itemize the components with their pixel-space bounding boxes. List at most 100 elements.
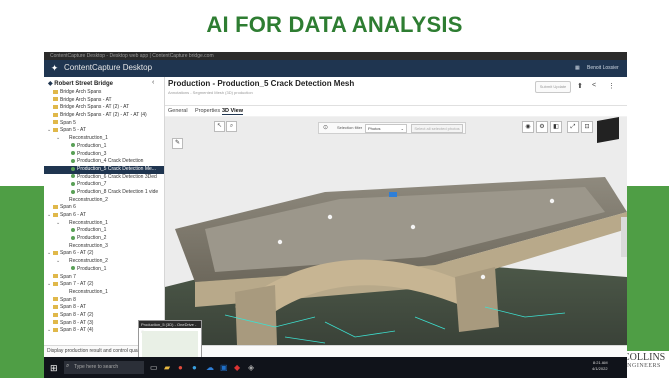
onedrive-icon[interactable]: ☁ xyxy=(206,363,214,372)
chevron-down-icon: ⌄ xyxy=(400,126,404,131)
system-clock[interactable]: 8:21 AM 4/1/2022 xyxy=(592,360,608,372)
tree-item-label: Span 8 - AT xyxy=(60,304,87,311)
outlook-icon[interactable]: ▣ xyxy=(220,363,228,372)
tree-item[interactable]: Production_1 xyxy=(44,143,164,151)
app-logo-icon: ✦ xyxy=(50,63,59,73)
folder-icon xyxy=(53,297,58,302)
fullscreen-icon[interactable]: ⊡ xyxy=(581,121,593,133)
user-name[interactable]: Benoit Lossier xyxy=(587,65,619,71)
windows-start-icon[interactable]: ⊞ xyxy=(50,363,58,374)
tree-item-label: Span 5 xyxy=(60,119,76,126)
upload-icon[interactable]: ⬆ xyxy=(577,82,583,90)
pin-tool-icon[interactable]: ✎ xyxy=(172,138,183,149)
app-header: ✦ ContentCapture Desktop ▦ Benoit Lossie… xyxy=(44,60,627,77)
app-title: ContentCapture Desktop xyxy=(64,63,153,72)
tree-item[interactable]: Bridge Arch Spans - AT (2) - AT - AT (4) xyxy=(44,112,164,120)
share-icon[interactable]: < xyxy=(592,82,596,89)
reconstruction-icon xyxy=(62,197,67,201)
tree-item[interactable]: Bridge Arch Spans xyxy=(44,89,164,97)
tree-item[interactable]: Production_1 xyxy=(44,227,164,235)
tree-item[interactable]: ⌄ Reconstruction_1 xyxy=(44,220,164,228)
side-scroll-handle[interactable] xyxy=(621,217,627,257)
grid-icon[interactable]: ▦ xyxy=(575,65,580,71)
windows-taskbar: ⊞ ⌕ Type here to search ▭ ▰ ● ● ☁ ▣ ◆ ◈ … xyxy=(44,357,627,378)
taskbar-search-box[interactable]: ⌕ Type here to search xyxy=(64,361,144,374)
more-icon[interactable]: ⋮ xyxy=(608,82,615,90)
browser-title-bar: ContentCapture Desktop - Desktop web app… xyxy=(44,52,627,60)
folder-icon xyxy=(53,281,58,286)
settings-tool-icon[interactable]: ⚙ xyxy=(536,121,548,133)
select-photos-button[interactable]: Select all selected photos xyxy=(411,124,463,133)
select-tool-icon[interactable]: ↖ xyxy=(214,121,225,132)
thumbnail-title: Production_5 (3D) - OneDrive - Co... xyxy=(139,321,201,334)
tree-item[interactable]: Bridge Arch Spans - AT xyxy=(44,97,164,105)
tree-item[interactable]: ⌄ Reconstruction_2 xyxy=(44,258,164,266)
tree-item[interactable]: Production_6 Crack Detection 3Ded xyxy=(44,174,164,182)
bridge-mesh-render[interactable] xyxy=(165,117,627,345)
selection-filter-select[interactable]: Photos ⌄ xyxy=(365,124,407,133)
tree-item[interactable]: Production_3 xyxy=(44,151,164,159)
pinned-app-icon[interactable]: ◈ xyxy=(248,363,254,372)
tree-item[interactable]: Production_2 xyxy=(44,235,164,243)
sidebar-back-chevron-icon[interactable]: ‹ xyxy=(152,79,154,86)
tree-item[interactable]: Bridge Arch Spans - AT (2) - AT xyxy=(44,104,164,112)
screen-capture: ContentCapture Desktop - Desktop web app… xyxy=(44,52,627,378)
tree-item-label: Reconstruction_1 xyxy=(69,288,108,295)
tree-item[interactable]: Production_8 Crack Detection 1 vide xyxy=(44,189,164,197)
folder-icon xyxy=(53,274,58,279)
tree-item-label: Span 7 - AT (2) xyxy=(60,281,94,288)
folder-icon xyxy=(53,120,58,125)
tree-item[interactable]: Production_5 Crack Detection Me... xyxy=(44,165,164,174)
tree-item[interactable]: Span 5 xyxy=(44,120,164,128)
tree-item[interactable]: Span 8 - AT xyxy=(44,304,164,312)
tree-item[interactable]: Production_1 xyxy=(44,266,164,274)
tree-item[interactable]: ⌄ Span 5 - AT xyxy=(44,127,164,135)
tree-item[interactable]: Reconstruction_2 xyxy=(44,197,164,205)
page-subtitle: Annotations - Segmented Mesh (3D) produc… xyxy=(168,90,253,95)
tab-properties[interactable]: Properties xyxy=(195,108,220,114)
tree-item-label: Production_3 xyxy=(77,150,107,157)
tree-item-label: Span 5 - AT xyxy=(60,127,87,134)
fit-view-icon[interactable]: ⤢ xyxy=(567,121,579,133)
tree-item[interactable]: Reconstruction_1 xyxy=(44,289,164,297)
tree-item[interactable]: Production_7 xyxy=(44,181,164,189)
3d-viewport[interactable]: ↖ ⌕ ✎ ⊙ Selection filter Photos ⌄ Select… xyxy=(165,117,627,345)
production-status-icon xyxy=(71,235,75,240)
layers-tool-icon[interactable]: ◉ xyxy=(522,121,534,133)
navigation-cube[interactable] xyxy=(597,117,619,143)
tree-item[interactable]: ⌄ Span 7 - AT (2) xyxy=(44,281,164,289)
tree-item-label: Production_1 xyxy=(77,265,107,272)
tree-item[interactable]: Production_4 Crack Detection xyxy=(44,158,164,166)
tree-item[interactable]: ⌄ Span 6 - AT xyxy=(44,212,164,220)
reconstruction-icon xyxy=(62,243,67,247)
tree-item[interactable]: ⌄ Reconstruction_1 xyxy=(44,135,164,143)
zoom-tool-icon[interactable]: ⌕ xyxy=(226,121,237,132)
left-pier xyxy=(235,285,277,345)
tree-item-label: Span 8 - AT (2) xyxy=(60,311,94,318)
chrome-icon[interactable]: ● xyxy=(178,363,183,372)
tree-item-label: Reconstruction_2 xyxy=(69,196,108,203)
tree-item[interactable]: Reconstruction_3 xyxy=(44,243,164,251)
tree-item-label: Span 6 xyxy=(60,204,76,211)
tree-item-label: Span 8 - AT (3) xyxy=(60,319,94,326)
measure-tool-icon[interactable]: ◧ xyxy=(550,121,562,133)
logo-text: COLLINS xyxy=(623,352,666,363)
edge-icon[interactable]: ● xyxy=(192,363,197,372)
green-accent-right xyxy=(627,186,669,352)
camera-icon[interactable]: ⊙ xyxy=(323,124,328,131)
tab-3d-view[interactable]: 3D View xyxy=(222,108,243,115)
tree-item[interactable]: Span 8 xyxy=(44,297,164,305)
tree-item-label: Production_7 xyxy=(77,181,107,188)
task-view-icon[interactable]: ▭ xyxy=(150,363,158,372)
tab-general[interactable]: General xyxy=(168,108,188,114)
page-title: Production - Production_5 Crack Detectio… xyxy=(168,79,355,88)
submit-update-button[interactable]: Submit Update xyxy=(535,81,571,93)
tree-item[interactable]: ⌄ Span 6 - AT (2) xyxy=(44,250,164,258)
app-taskbar-icon[interactable]: ◆ xyxy=(234,363,240,372)
selection-filter-label: Selection filter xyxy=(337,125,363,130)
tree-item[interactable]: Span 7 xyxy=(44,274,164,282)
tree-item[interactable]: Span 8 - AT (2) xyxy=(44,312,164,320)
tree-item[interactable]: Span 6 xyxy=(44,204,164,212)
file-explorer-icon[interactable]: ▰ xyxy=(164,363,170,372)
production-status-icon xyxy=(71,189,75,194)
